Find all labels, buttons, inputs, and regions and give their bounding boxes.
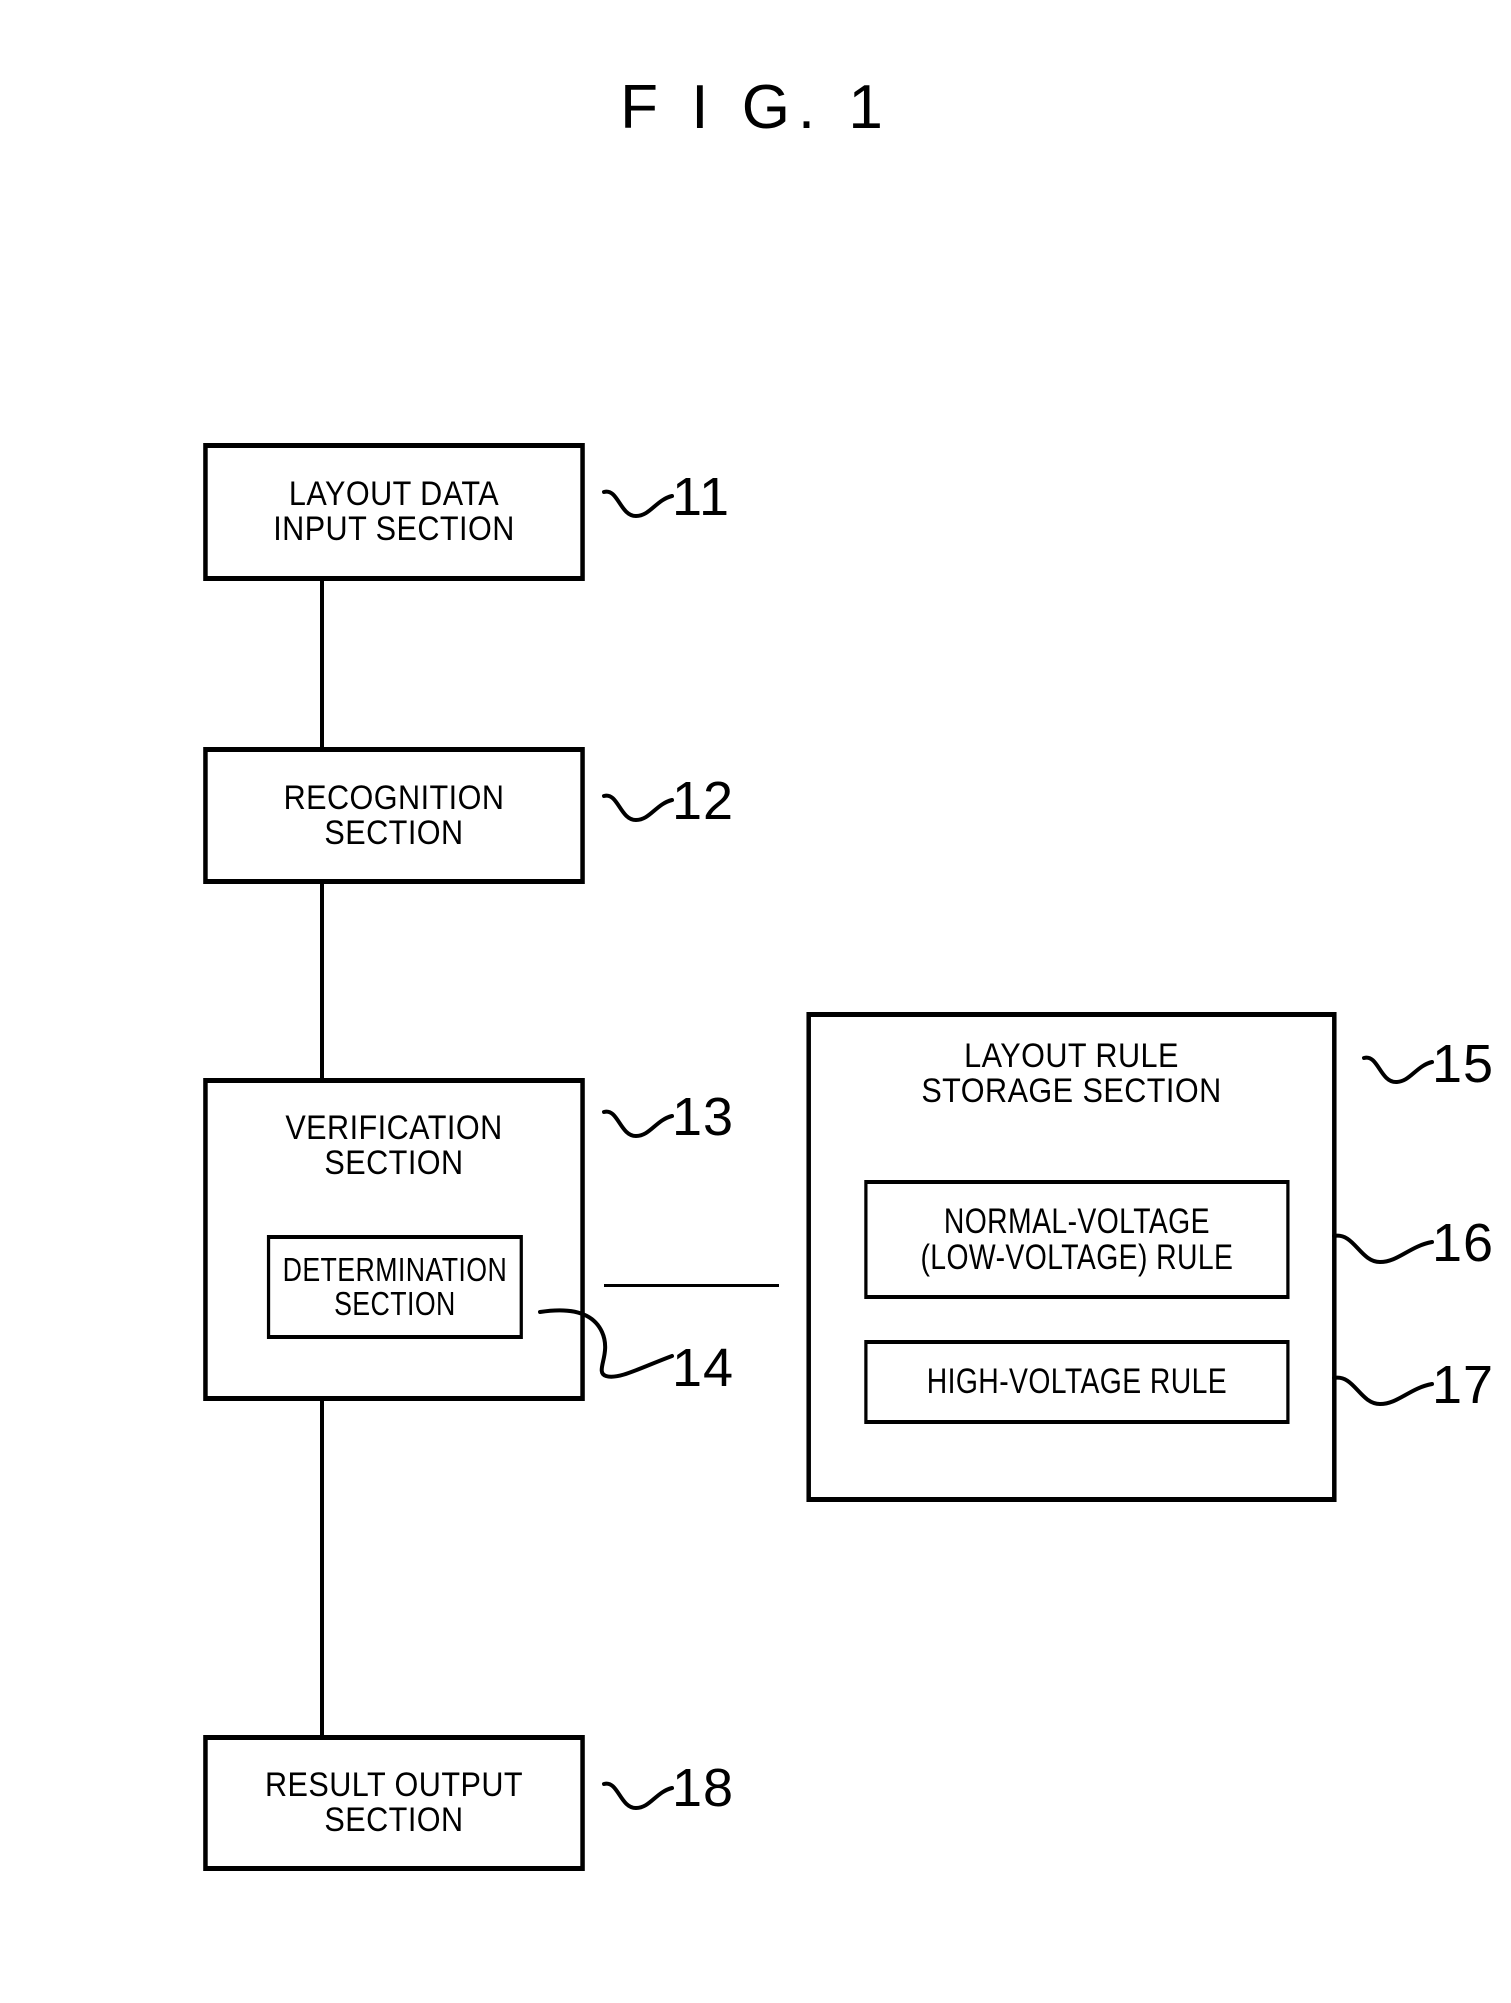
determination-section-line-1: DETERMINATION xyxy=(282,1251,508,1289)
verification-section-line-2: SECTION xyxy=(324,1143,464,1182)
connector-13-to-15 xyxy=(604,1284,779,1287)
determination-section-line-2: SECTION xyxy=(334,1285,456,1322)
normal-voltage-rule-line-1: NORMAL-VOLTAGE xyxy=(943,1201,1210,1241)
figure-title: F I G. 1 xyxy=(620,73,891,142)
leader-line-12 xyxy=(602,793,674,823)
recognition-section-box: RECOGNITION SECTION xyxy=(203,747,585,884)
reference-numeral-17: 17 xyxy=(1432,1355,1495,1415)
leader-line-17 xyxy=(1332,1375,1434,1407)
connector-13-to-18 xyxy=(320,1400,324,1736)
reference-numeral-12: 12 xyxy=(672,771,735,831)
leader-line-13 xyxy=(602,1109,674,1139)
reference-numeral-18: 18 xyxy=(672,1758,735,1818)
layout-rule-storage-section-box: LAYOUT RULE STORAGE SECTION NORMAL-VOLTA… xyxy=(806,1012,1337,1502)
layout-data-input-section-line-1: LAYOUT DATA xyxy=(288,475,500,514)
reference-numeral-15: 15 xyxy=(1432,1034,1495,1094)
verification-section-box: VERIFICATION SECTION DETERMINATION SECTI… xyxy=(203,1078,585,1401)
layout-data-input-section-box: LAYOUT DATA INPUT SECTION xyxy=(203,443,585,581)
layout-rule-storage-section-line-1: LAYOUT RULE xyxy=(964,1037,1179,1075)
normal-voltage-rule-line-2: (LOW-VOLTAGE) RULE xyxy=(920,1237,1234,1277)
layout-data-input-section-line-2: INPUT SECTION xyxy=(273,510,515,548)
result-output-section-line-1: RESULT OUTPUT xyxy=(264,1766,524,1805)
high-voltage-rule-box: HIGH-VOLTAGE RULE xyxy=(864,1340,1290,1424)
high-voltage-rule-line-1: HIGH-VOLTAGE RULE xyxy=(926,1362,1228,1402)
leader-line-15 xyxy=(1362,1055,1434,1085)
recognition-section-line-1: RECOGNITION xyxy=(283,778,505,817)
reference-numeral-16: 16 xyxy=(1432,1213,1495,1273)
reference-numeral-13: 13 xyxy=(672,1087,735,1147)
leader-line-16 xyxy=(1332,1233,1434,1265)
connector-11-to-12 xyxy=(320,580,324,748)
normal-voltage-rule-box: NORMAL-VOLTAGE (LOW-VOLTAGE) RULE xyxy=(864,1180,1290,1299)
result-output-section-box: RESULT OUTPUT SECTION xyxy=(203,1735,585,1871)
verification-section-line-1: VERIFICATION xyxy=(285,1109,503,1147)
leader-line-11 xyxy=(602,489,674,519)
determination-section-box: DETERMINATION SECTION xyxy=(266,1235,523,1339)
reference-numeral-11: 11 xyxy=(672,467,731,527)
figure-page: F I G. 1 LAYOUT DATA INPUT SECTION RECOG… xyxy=(0,0,1511,2003)
reference-numeral-14: 14 xyxy=(672,1338,735,1398)
leader-line-18 xyxy=(602,1781,674,1811)
leader-line-14 xyxy=(538,1308,674,1379)
result-output-section-line-2: SECTION xyxy=(324,1801,464,1839)
connector-12-to-13 xyxy=(320,883,324,1079)
layout-rule-storage-section-line-2: STORAGE SECTION xyxy=(921,1071,1222,1110)
recognition-section-line-2: SECTION xyxy=(324,813,464,852)
